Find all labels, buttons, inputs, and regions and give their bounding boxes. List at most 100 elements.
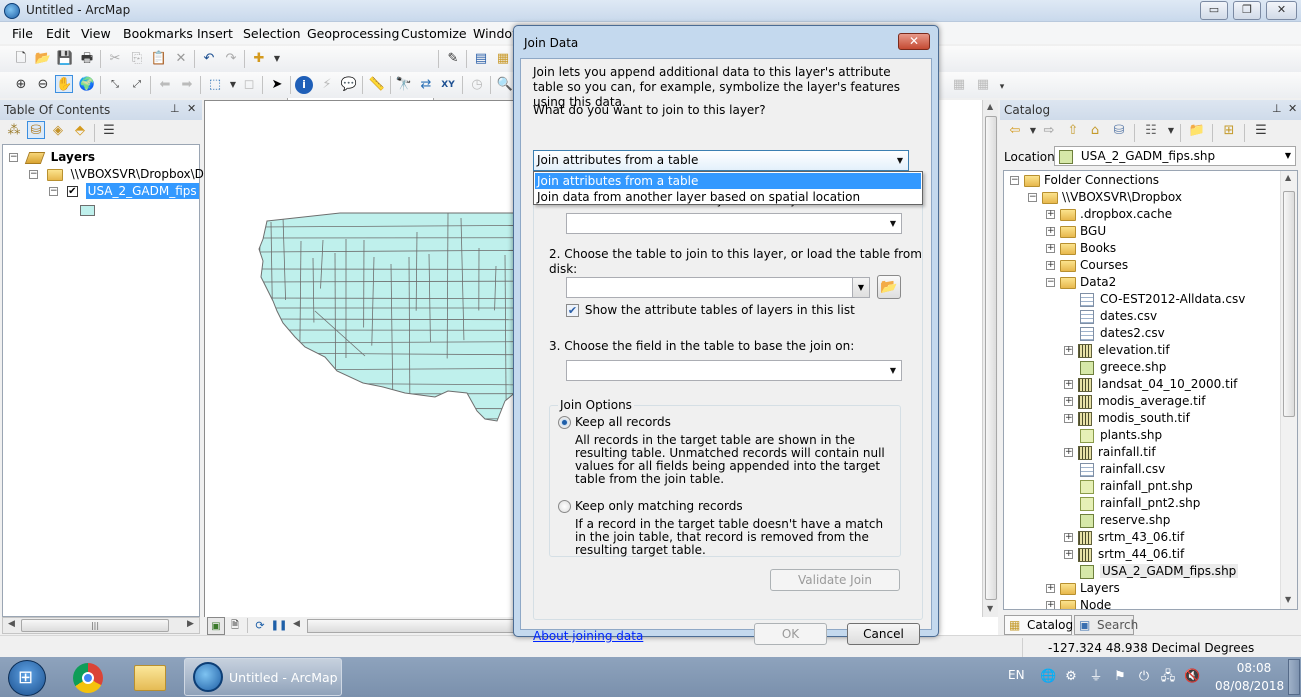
layout-view-icon[interactable]: 🗎 bbox=[226, 617, 244, 635]
expand-icon[interactable]: + bbox=[1064, 448, 1073, 457]
catalog-tree-item[interactable]: − Data2 bbox=[1046, 275, 1116, 292]
list-by-source-icon[interactable]: ⛁ bbox=[27, 121, 45, 139]
map-vertical-scrollbar[interactable]: ▲ ▼ bbox=[982, 100, 998, 617]
fixed-zoom-in-icon[interactable]: ⤡ bbox=[106, 76, 124, 94]
catalog-tree-item[interactable]: + srtm_43_06.tif bbox=[1064, 530, 1184, 547]
home-icon[interactable]: ⌂ bbox=[1086, 122, 1104, 140]
expand-icon[interactable]: + bbox=[1064, 414, 1073, 423]
delete-icon[interactable]: ✕ bbox=[172, 50, 190, 68]
expand-icon[interactable]: + bbox=[1064, 397, 1073, 406]
measure-icon[interactable]: 📏 bbox=[368, 76, 386, 94]
join-type-select[interactable]: Join attributes from a table ▼ bbox=[533, 150, 909, 171]
catalog-vertical-scrollbar[interactable]: ▲ ▼ bbox=[1280, 171, 1297, 609]
join-type-option[interactable]: Join data from another layer based on sp… bbox=[535, 189, 921, 205]
expand-icon[interactable]: + bbox=[1064, 550, 1073, 559]
location-combo[interactable]: USA_2_GADM_fips.shp ▼ bbox=[1054, 146, 1296, 166]
virtualbox-tray-icon[interactable]: ⚙ bbox=[1063, 669, 1079, 685]
catalog-tree-item[interactable]: + modis_average.tif bbox=[1064, 394, 1205, 411]
layer-field-select[interactable]: ▼ bbox=[566, 213, 902, 234]
toc-horizontal-scrollbar[interactable]: ◀ ||| ▶ bbox=[2, 617, 200, 634]
expand-icon[interactable]: + bbox=[1046, 210, 1055, 219]
find-route-icon[interactable]: ⇄ bbox=[417, 76, 435, 94]
editor-toolbar-icon[interactable]: ✎ bbox=[444, 50, 462, 68]
collapse-icon[interactable]: − bbox=[1028, 193, 1037, 202]
grid-identify-icon[interactable]: ▦ bbox=[950, 76, 968, 94]
table-field-select[interactable]: ▼ bbox=[566, 360, 902, 381]
catalog-tree-item[interactable]: rainfall.csv bbox=[1064, 462, 1165, 479]
toolbar-options-icon[interactable]: ▾ bbox=[993, 78, 1011, 96]
list-by-visibility-icon[interactable]: ◈ bbox=[49, 122, 67, 140]
chevron-down-icon[interactable]: ▼ bbox=[890, 366, 896, 375]
catalog-tree-item[interactable]: + srtm_44_06.tif bbox=[1064, 547, 1184, 564]
catalog-tree-item[interactable]: rainfall_pnt2.shp bbox=[1064, 496, 1200, 513]
chevron-down-icon[interactable]: ▼ bbox=[890, 219, 896, 228]
scroll-left-icon[interactable]: ◀ bbox=[8, 619, 15, 629]
clock-date[interactable]: 08/08/2018 bbox=[1215, 679, 1284, 693]
clock-time[interactable]: 08:08 bbox=[1232, 661, 1276, 675]
keep-all-records-label[interactable]: Keep all records bbox=[575, 415, 671, 430]
list-by-selection-icon[interactable]: ⬘ bbox=[71, 122, 89, 140]
catalog-tree-item[interactable]: + .dropbox.cache bbox=[1046, 207, 1172, 224]
catalog-tree-item[interactable]: rainfall_pnt.shp bbox=[1064, 479, 1193, 496]
collapse-icon[interactable]: − bbox=[49, 187, 58, 196]
power-tray-icon[interactable]: ⏻ bbox=[1136, 669, 1152, 685]
zoom-out-icon[interactable]: ⊖ bbox=[34, 76, 52, 94]
action-center-flag-icon[interactable]: ⚑ bbox=[1112, 669, 1128, 685]
toc-layer-node[interactable]: − ✔ USA_2_GADM_fips bbox=[49, 183, 199, 201]
collapse-icon[interactable]: − bbox=[9, 153, 18, 162]
collapse-icon[interactable]: − bbox=[1010, 176, 1019, 185]
taskbar-arcmap[interactable]: Untitled - ArcMap bbox=[184, 658, 342, 696]
network-tray-icon[interactable]: 🖧 bbox=[1160, 669, 1176, 685]
forward-icon[interactable]: ➡ bbox=[178, 76, 196, 94]
keep-matching-records-label[interactable]: Keep only matching records bbox=[575, 499, 743, 514]
browse-table-button[interactable]: 📂 bbox=[877, 275, 901, 299]
map-horizontal-scrollbar[interactable] bbox=[307, 619, 515, 633]
catalog-tree-item[interactable]: greece.shp bbox=[1064, 360, 1166, 377]
menu-bookmarks[interactable]: Bookmarks bbox=[123, 26, 193, 41]
catalog-tree-item[interactable]: + BGU bbox=[1046, 224, 1106, 241]
scroll-left-icon[interactable]: ◀ bbox=[293, 619, 300, 629]
about-joining-data-link[interactable]: About joining data bbox=[533, 629, 643, 643]
pan-icon[interactable]: ✋ bbox=[55, 75, 73, 93]
scroll-thumb[interactable] bbox=[1283, 191, 1295, 417]
minimize-button[interactable]: ▭ bbox=[1200, 1, 1228, 20]
scroll-up-icon[interactable]: ▲ bbox=[1285, 173, 1291, 182]
tab-catalog[interactable]: ▦ Catalog bbox=[1004, 615, 1073, 635]
catalog-tree-item[interactable]: + Node bbox=[1046, 598, 1111, 609]
data-view-icon[interactable]: ▣ bbox=[207, 617, 225, 635]
select-features-icon[interactable]: ⬚ bbox=[206, 76, 224, 94]
view-list-icon[interactable]: ☷ bbox=[1142, 122, 1160, 140]
tab-search[interactable]: ▣ Search bbox=[1074, 615, 1138, 635]
close-icon[interactable]: ✕ bbox=[1288, 102, 1297, 115]
up-one-level-icon[interactable]: ⇧ bbox=[1064, 122, 1082, 140]
back-icon[interactable]: ⬅ bbox=[156, 76, 174, 94]
collapse-icon[interactable]: − bbox=[1046, 278, 1055, 287]
menu-customize[interactable]: Customize bbox=[401, 26, 467, 41]
pin-icon[interactable]: ⊥ bbox=[1272, 102, 1282, 115]
identify-icon[interactable]: i bbox=[295, 76, 313, 94]
print-icon[interactable]: 🖶 bbox=[78, 50, 96, 68]
taskbar-chrome[interactable] bbox=[66, 660, 110, 696]
show-desktop-button[interactable] bbox=[1288, 659, 1300, 695]
expand-icon[interactable]: + bbox=[1046, 261, 1055, 270]
chevron-down-icon[interactable]: ▼ bbox=[852, 278, 869, 297]
collapse-icon[interactable]: − bbox=[29, 170, 38, 179]
catalog-tree-item[interactable]: USA_2_GADM_fips.shp bbox=[1064, 564, 1239, 581]
menu-view[interactable]: View bbox=[81, 26, 111, 41]
scroll-down-icon[interactable]: ▼ bbox=[1285, 595, 1291, 604]
start-button[interactable]: ⊞ bbox=[8, 660, 46, 696]
table-of-contents-icon[interactable]: ▤ bbox=[472, 50, 490, 68]
zoom-in-icon[interactable]: ⊕ bbox=[12, 76, 30, 94]
undo-icon[interactable]: ↶ bbox=[200, 50, 218, 68]
expand-icon[interactable]: + bbox=[1064, 380, 1073, 389]
find-icon[interactable]: 🔭 bbox=[395, 76, 413, 94]
layer-visibility-checkbox[interactable]: ✔ bbox=[66, 186, 78, 197]
catalog-tree-item[interactable]: − \\VBOXSVR\Dropbox bbox=[1028, 190, 1182, 207]
dialog-close-button[interactable]: ✕ bbox=[898, 33, 930, 50]
pin-icon[interactable]: ⊥ bbox=[170, 102, 180, 115]
expand-icon[interactable]: + bbox=[1046, 244, 1055, 253]
grid-settings-icon[interactable]: ▦ bbox=[974, 76, 992, 94]
scroll-right-icon[interactable]: ▶ bbox=[187, 619, 194, 629]
connect-to-folder-icon[interactable]: 📁 bbox=[1188, 122, 1206, 140]
scroll-thumb[interactable] bbox=[985, 116, 997, 600]
